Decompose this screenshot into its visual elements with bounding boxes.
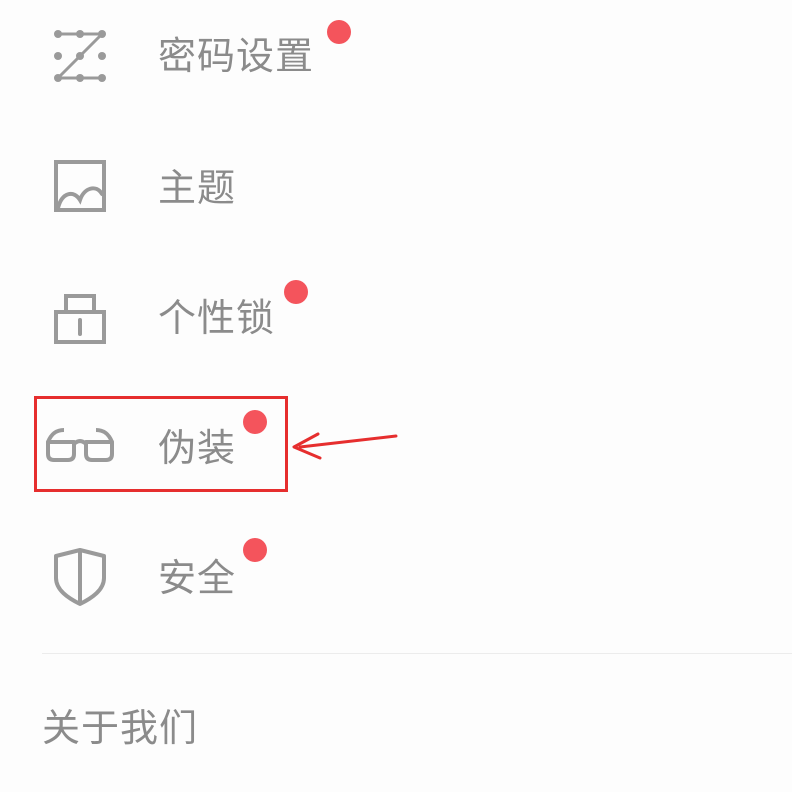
menu-item-label: 密码设置 <box>158 34 315 78</box>
menu-item-label: 个性锁 <box>158 296 276 340</box>
divider <box>42 653 792 654</box>
highlight-box <box>34 396 288 492</box>
menu-item-label: 主题 <box>158 166 237 210</box>
arrow-left-icon <box>292 432 398 460</box>
theme-picture-icon <box>44 150 116 222</box>
pattern-grid-icon <box>44 20 116 92</box>
notification-dot <box>327 20 351 44</box>
notification-dot <box>243 538 267 562</box>
about-us-link[interactable]: 关于我们 <box>42 708 198 748</box>
menu-item-label: 安全 <box>158 556 237 600</box>
notification-dot <box>284 280 308 304</box>
menu-item-theme[interactable]: 主题 <box>0 132 792 240</box>
menu-item-security[interactable]: 安全 <box>0 522 792 630</box>
padlock-icon <box>44 282 116 354</box>
shield-icon <box>44 540 116 612</box>
menu-item-personal-lock[interactable]: 个性锁 <box>0 262 792 370</box>
menu-item-password-settings[interactable]: 密码设置 <box>0 0 792 108</box>
